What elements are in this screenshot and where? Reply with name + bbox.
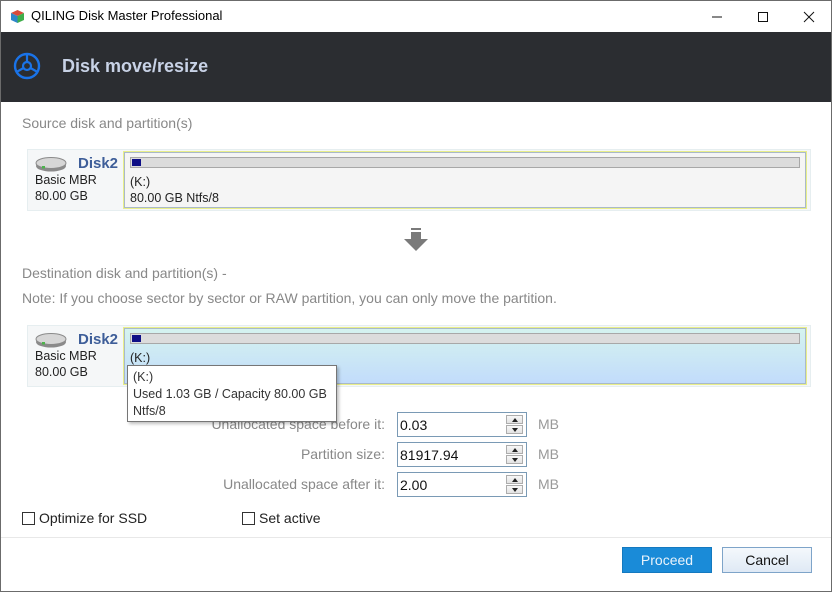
- maximize-button[interactable]: [740, 1, 786, 32]
- partition-size-decrement[interactable]: [506, 455, 523, 464]
- caret-up-icon: [511, 477, 518, 482]
- destination-disk-name: Disk2: [78, 331, 119, 348]
- proceed-button[interactable]: Proceed: [622, 547, 712, 573]
- optimize-ssd-label: Optimize for SSD: [39, 510, 148, 526]
- before-space-decrement[interactable]: [506, 425, 523, 434]
- source-usage-bar: [130, 157, 800, 168]
- destination-disk-size: 80.00 GB: [35, 365, 88, 379]
- minimize-button[interactable]: [694, 1, 740, 32]
- after-space-stepper[interactable]: [397, 472, 527, 497]
- maximize-icon: [758, 11, 768, 22]
- caret-down-icon: [511, 427, 518, 432]
- caret-up-icon: [511, 447, 518, 452]
- before-space-stepper[interactable]: [397, 412, 527, 437]
- footer-divider: [1, 537, 831, 538]
- partition-size-increment[interactable]: [506, 445, 523, 454]
- dialog-title: Disk move/resize: [62, 56, 209, 76]
- partition-size-stepper[interactable]: [397, 442, 527, 467]
- optimize-ssd-box[interactable]: [22, 511, 35, 525]
- close-icon: [803, 11, 815, 22]
- dialog-header: Disk move/resize: [1, 32, 831, 102]
- close-button[interactable]: [786, 1, 832, 32]
- before-space-input[interactable]: [400, 415, 500, 434]
- caret-down-icon: [511, 457, 518, 462]
- source-partition-label: (K:): [130, 175, 151, 189]
- source-section-label: Source disk and partition(s): [22, 115, 193, 131]
- caret-down-icon: [511, 487, 518, 492]
- source-disk-name: Disk2: [78, 155, 119, 172]
- title-bar: QILING Disk Master Professional: [1, 1, 831, 32]
- partition-size-label: Partition size:: [300, 446, 385, 462]
- partition-tooltip: (K:) Used 1.03 GB / Capacity 80.00 GB Nt…: [127, 365, 337, 422]
- destination-usage-bar: [130, 333, 800, 344]
- source-partition-detail: 80.00 GB Ntfs/8: [130, 191, 219, 205]
- destination-disk-info: Disk2 Basic MBR 80.00 GB: [34, 329, 126, 385]
- source-disk-row: Disk2 Basic MBR 80.00 GB (K:) 80.00 GB N…: [27, 149, 811, 211]
- partition-size-spin-buttons: [506, 445, 523, 464]
- tooltip-drive: (K:): [133, 370, 154, 384]
- source-usage-fill: [132, 159, 141, 166]
- destination-note: Note: If you choose sector by sector or …: [22, 290, 557, 306]
- after-space-increment[interactable]: [506, 475, 523, 484]
- minimize-icon: [712, 16, 722, 17]
- set-active-label: Set active: [259, 510, 321, 526]
- partition-size-input[interactable]: [400, 445, 500, 464]
- before-space-spin-buttons: [506, 415, 523, 434]
- app-cube-icon: [11, 10, 24, 23]
- after-space-decrement[interactable]: [506, 485, 523, 494]
- set-active-checkbox[interactable]: Set active: [242, 510, 320, 526]
- source-partition-block[interactable]: (K:) 80.00 GB Ntfs/8: [123, 151, 807, 209]
- before-space-unit: MB: [538, 416, 559, 432]
- after-space-label: Unallocated space after it:: [223, 476, 385, 492]
- source-disk-size: 80.00 GB: [35, 189, 88, 203]
- hard-disk-icon: [35, 333, 67, 348]
- arrow-down-icon: [404, 228, 428, 251]
- partition-size-unit: MB: [538, 446, 559, 462]
- after-space-unit: MB: [538, 476, 559, 492]
- destination-disk-type: Basic MBR: [35, 349, 97, 363]
- destination-section-label: Destination disk and partition(s) -: [22, 265, 227, 281]
- steering-wheel-icon: [13, 52, 41, 80]
- destination-partition-label: (K:): [130, 351, 151, 365]
- before-space-increment[interactable]: [506, 415, 523, 424]
- tooltip-filesystem: Ntfs/8: [133, 404, 166, 418]
- dialog-window: QILING Disk Master Professional Disk mov…: [0, 0, 832, 592]
- source-disk-info: Disk2 Basic MBR 80.00 GB: [34, 153, 126, 209]
- after-space-input[interactable]: [400, 475, 500, 494]
- tooltip-usage: Used 1.03 GB / Capacity 80.00 GB: [133, 387, 327, 401]
- source-disk-type: Basic MBR: [35, 173, 97, 187]
- optimize-ssd-checkbox[interactable]: Optimize for SSD: [22, 510, 147, 526]
- caret-up-icon: [511, 417, 518, 422]
- set-active-box[interactable]: [242, 511, 255, 525]
- after-space-spin-buttons: [506, 475, 523, 494]
- window-title: QILING Disk Master Professional: [31, 8, 223, 23]
- destination-usage-fill: [132, 335, 141, 342]
- hard-disk-icon: [35, 157, 67, 172]
- cancel-button[interactable]: Cancel: [722, 547, 812, 573]
